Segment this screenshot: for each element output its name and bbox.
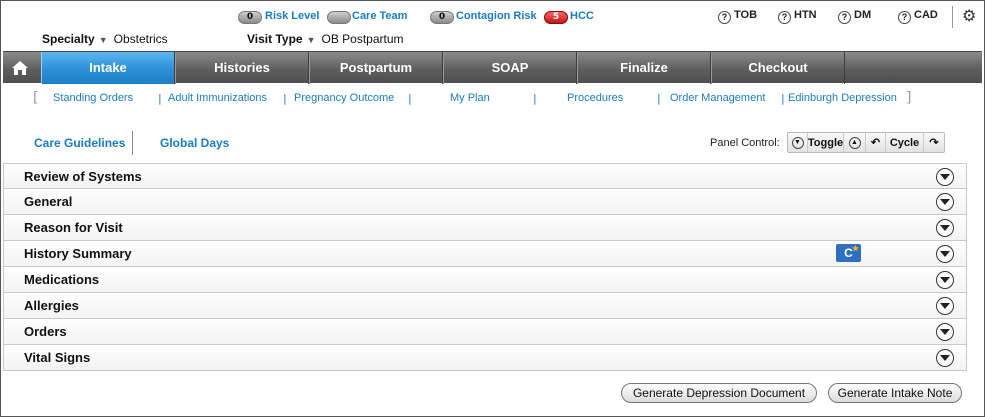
chevron-down-icon[interactable] [936,349,954,367]
contagion-risk-count-badge: 0 [430,11,454,24]
panel-title: Review of Systems [24,169,142,184]
tab-finalize[interactable]: Finalize [577,52,711,84]
panel-review-of-systems[interactable]: Review of Systems [3,163,967,189]
hcc-link[interactable]: HCC [570,10,594,22]
tab-checkout[interactable]: Checkout [711,52,845,84]
risk-level-count-badge: 0 [238,11,262,24]
question-icon: ? [898,11,911,24]
subnav-bracket: ] [906,90,912,106]
panel-general[interactable]: General [3,189,967,215]
chevron-down-icon[interactable] [936,193,954,211]
gear-icon[interactable]: ⚙ [962,6,976,25]
cycle-forward-button[interactable]: ↷ [924,133,944,152]
subnav-divider: | [158,92,162,105]
quick-item-cad[interactable]: ? CAD [898,9,938,24]
subnav-divider: | [533,92,537,105]
panel-orders[interactable]: Orders [3,319,967,345]
subnav-order-management[interactable]: Order Management [670,92,765,104]
subnav-adult-immunizations[interactable]: Adult Immunizations [168,92,267,104]
chevron-down-icon[interactable] [936,297,954,315]
contagion-risk-link[interactable]: Contagion Risk [456,10,537,22]
quick-item-dm[interactable]: ? DM [838,9,871,24]
panel-allergies[interactable]: Allergies [3,293,967,319]
panel-history-summary[interactable]: History Summary C ★ [3,241,967,267]
undo-arrow-icon: ↶ [870,137,881,149]
top-status-bar: 0 Risk Level Care Team 0 Contagion Risk … [0,0,985,52]
panel-vital-signs[interactable]: Vital Signs [3,345,967,371]
panel-title: General [24,194,73,209]
panel-title: Orders [24,324,67,339]
app-logo-icon[interactable]: C ★ [836,244,861,262]
risk-level-link[interactable]: Risk Level [265,10,319,22]
panel-list: Review of Systems General Reason for Vis… [3,163,967,371]
panel-title: Reason for Visit [24,220,123,235]
chevron-down-icon[interactable] [936,168,954,186]
chevron-down-icon[interactable] [936,323,954,341]
generate-intake-note-button[interactable]: Generate Intake Note [828,383,962,403]
expand-all-button[interactable]: ▼ [788,133,808,152]
panel-title: History Summary [24,246,132,261]
cycle-back-button[interactable]: ↶ [866,133,886,152]
subnav-pregnancy-outcome[interactable]: Pregnancy Outcome [294,92,394,104]
chevron-down-icon: ▼ [791,136,804,149]
panel-title: Medications [24,272,100,287]
subnav-divider: | [781,92,785,105]
caret-down-icon: ▼ [98,35,108,45]
tab-soap[interactable]: SOAP [443,52,577,84]
panel-control-label: Panel Control: [710,137,780,149]
caret-down-icon: ▼ [306,35,316,45]
home-icon [12,61,28,75]
subnav-my-plan[interactable]: My Plan [450,92,490,104]
toggle-button[interactable]: Toggle [808,133,844,152]
panel-title: Vital Signs [24,350,91,365]
subnav-divider: | [283,92,287,105]
tab-postpartum[interactable]: Postpartum [309,52,443,84]
subnav-standing-orders[interactable]: Standing Orders [53,92,133,104]
panel-title: Allergies [24,298,79,313]
redo-arrow-icon: ↷ [929,137,939,149]
subnav-bracket: [ [33,90,39,106]
collapse-all-button[interactable]: ▲ [844,133,866,152]
main-nav: Intake Histories Postpartum SOAP Finaliz… [3,51,982,84]
home-button[interactable] [3,52,37,84]
global-days-link[interactable]: Global Days [160,136,229,150]
panel-reason-for-visit[interactable]: Reason for Visit [3,215,967,241]
divider [132,131,133,155]
divider [952,6,953,28]
quick-item-htn[interactable]: ? HTN [778,9,817,24]
tab-histories[interactable]: Histories [175,52,309,84]
care-guidelines-link[interactable]: Care Guidelines [34,136,125,150]
chevron-down-icon[interactable] [936,219,954,237]
subnav-procedures[interactable]: Procedures [567,92,623,104]
quick-item-tob[interactable]: ? TOB [718,9,757,24]
subnav-divider: | [657,92,661,105]
tab-intake[interactable]: Intake [41,52,175,84]
subnav-divider: | [408,92,412,105]
question-icon: ? [718,11,731,24]
chevron-up-icon: ▲ [848,136,861,149]
care-team-badge [327,11,351,24]
visit-type-selector[interactable]: Visit Type ▼ OB Postpartum [247,32,404,46]
question-icon: ? [778,11,791,24]
care-team-link[interactable]: Care Team [352,10,407,22]
chevron-down-icon[interactable] [936,245,954,263]
specialty-selector[interactable]: Specialty ▼ Obstetrics [42,32,168,46]
question-icon: ? [838,11,851,24]
subnav-edinburgh-depression[interactable]: Edinburgh Depression [788,92,897,104]
panel-medications[interactable]: Medications [3,267,967,293]
hcc-count-badge: 5 [544,11,568,24]
panel-control-group: ▼ Toggle ▲ ↶ Cycle ↷ [787,132,945,153]
cycle-button[interactable]: Cycle [886,133,924,152]
generate-depression-document-button[interactable]: Generate Depression Document [621,383,817,403]
chevron-down-icon[interactable] [936,271,954,289]
